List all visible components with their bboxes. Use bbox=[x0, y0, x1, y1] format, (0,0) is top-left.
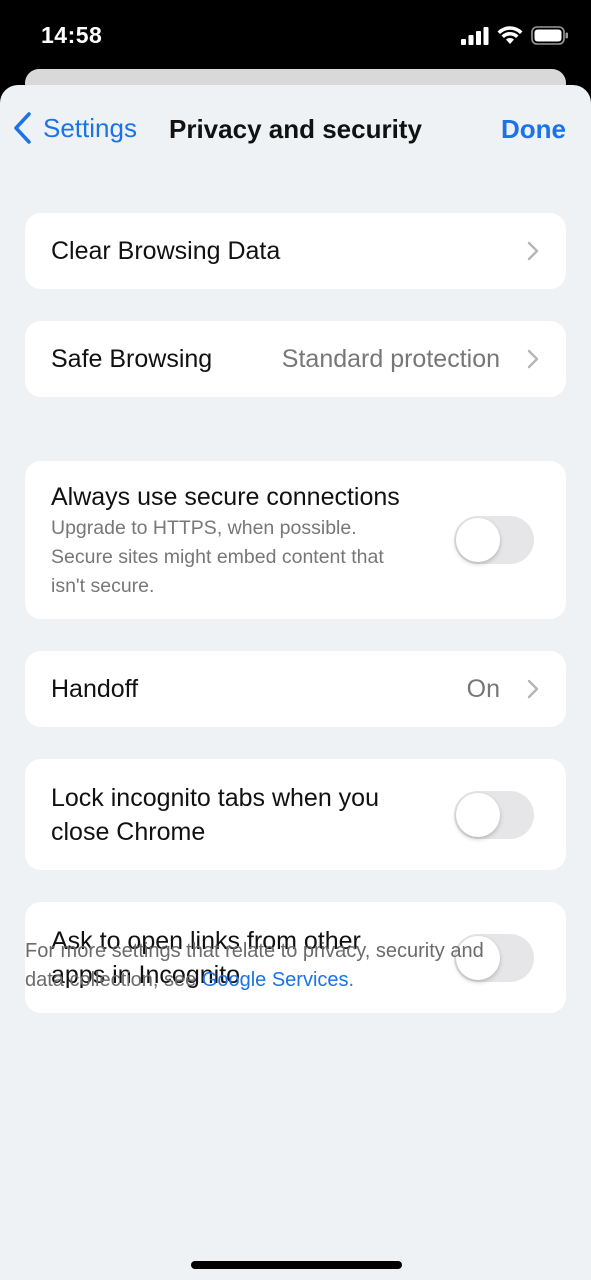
status-time: 14:58 bbox=[41, 22, 103, 48]
navigation-bar: Settings Privacy and security Done bbox=[0, 85, 591, 175]
lock-incognito-row: Lock incognito tabs when you close Chrom… bbox=[25, 759, 566, 870]
done-button[interactable]: Done bbox=[501, 114, 566, 145]
footer-note: For more settings that relate to privacy… bbox=[25, 937, 545, 995]
home-indicator[interactable] bbox=[191, 1261, 402, 1269]
wifi-icon bbox=[497, 26, 523, 44]
lock-incognito-label-1: Lock incognito tabs when you bbox=[51, 783, 379, 812]
google-services-link[interactable]: Google Services bbox=[202, 969, 349, 991]
safe-browsing-value: Standard protection bbox=[281, 344, 500, 373]
page-title: Privacy and security bbox=[169, 114, 422, 144]
secure-connections-toggle[interactable] bbox=[454, 516, 534, 564]
secure-connections-label: Always use secure connections bbox=[51, 482, 400, 511]
lock-incognito-toggle[interactable] bbox=[454, 790, 534, 839]
chevron-right-icon bbox=[527, 241, 539, 261]
secure-connections-subtitle-1: Upgrade to HTTPS, when possible. bbox=[51, 516, 357, 539]
chevron-left-icon bbox=[14, 112, 31, 144]
toggle-knob bbox=[456, 518, 500, 562]
handoff-label: Handoff bbox=[51, 675, 139, 703]
safe-browsing-row[interactable]: Safe Browsing Standard protection bbox=[25, 321, 566, 397]
back-label: Settings bbox=[43, 112, 137, 143]
footer-suffix: . bbox=[348, 969, 355, 991]
footer-text-line2: data collection, see Google Services. bbox=[25, 966, 545, 995]
battery-icon bbox=[531, 26, 568, 45]
footer-text-prefix: data collection, see bbox=[25, 969, 202, 991]
clear-browsing-data-card: Clear Browsing Data bbox=[25, 213, 566, 289]
safe-browsing-label: Safe Browsing bbox=[51, 345, 213, 373]
secure-connections-subtitle-2: Secure sites might embed content that bbox=[51, 545, 384, 568]
chevron-right-icon bbox=[527, 679, 539, 699]
chevron-right-icon bbox=[527, 349, 539, 369]
secure-connections-subtitle-3: isn't secure. bbox=[51, 574, 155, 597]
lock-incognito-label-2: close Chrome bbox=[51, 817, 206, 846]
handoff-value: On bbox=[466, 674, 500, 703]
toggle-knob bbox=[456, 792, 500, 837]
status-icons bbox=[461, 26, 569, 45]
handoff-row[interactable]: Handoff On bbox=[25, 651, 566, 727]
status-bar: 14:58 bbox=[0, 0, 591, 70]
safe-browsing-card: Safe Browsing Standard protection bbox=[25, 321, 566, 397]
lock-incognito-card: Lock incognito tabs when you close Chrom… bbox=[25, 759, 566, 870]
settings-sheet: Settings Privacy and security Done Clear… bbox=[0, 85, 591, 1280]
clear-browsing-data-row[interactable]: Clear Browsing Data bbox=[25, 213, 566, 289]
footer-text-line1: For more settings that relate to privacy… bbox=[25, 940, 484, 962]
clear-browsing-data-label: Clear Browsing Data bbox=[51, 237, 281, 265]
back-button[interactable]: Settings bbox=[13, 112, 137, 144]
secure-connections-row: Always use secure connections Upgrade to… bbox=[25, 461, 566, 619]
lock-incognito-text: Lock incognito tabs when you close Chrom… bbox=[51, 781, 454, 849]
secure-connections-text: Always use secure connections Upgrade to… bbox=[51, 480, 454, 601]
secure-connections-card: Always use secure connections Upgrade to… bbox=[25, 461, 566, 619]
handoff-card: Handoff On bbox=[25, 651, 566, 727]
cellular-signal-icon bbox=[461, 26, 489, 45]
